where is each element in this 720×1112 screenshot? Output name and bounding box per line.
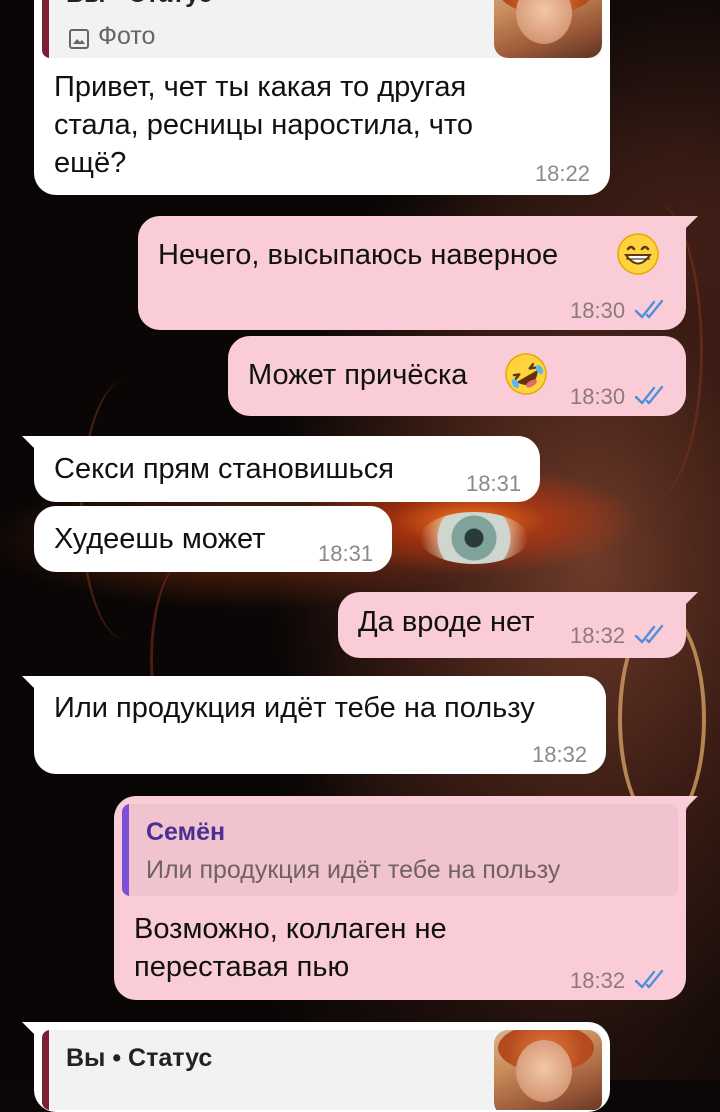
message-text-line: ещё? — [54, 147, 127, 179]
message-time: 18:32 — [570, 623, 626, 648]
status-photo-thumbnail[interactable] — [494, 1030, 602, 1110]
reply-quoted-text: Или продукция идёт тебе на пользу — [146, 856, 561, 884]
message-bubble-incoming[interactable]: Вы • Статус — [22, 1022, 610, 1112]
status-photo-thumbnail[interactable] — [494, 0, 602, 58]
reply-media-label: Фото — [98, 22, 156, 50]
rolling-on-floor-laughing-emoji-icon — [505, 353, 547, 395]
message-time: 18:31 — [466, 471, 522, 496]
reply-author: Вы • Статус — [66, 0, 212, 9]
read-receipt-icon — [634, 299, 664, 319]
message-text-line: переставая пью — [134, 951, 350, 983]
message-text: Может причёска — [248, 359, 468, 391]
message-bubble-outgoing[interactable]: Нечего, высыпаюсь наверное 18:30 — [138, 216, 698, 330]
message-bubble-incoming[interactable]: Или продукция идёт тебе на пользу 18:32 — [22, 676, 606, 774]
reply-author: Вы • Статус — [66, 1044, 213, 1072]
read-receipt-icon — [634, 969, 664, 989]
status-reply-quote[interactable]: Вы • Статус Фото — [42, 0, 602, 58]
message-time: 18:31 — [318, 541, 374, 566]
message-text: Секси прям становишься — [54, 453, 394, 485]
message-time: 18:30 — [570, 384, 626, 409]
message-text-line: Привет, чет ты какая то другая — [54, 71, 467, 103]
message-bubble-incoming[interactable]: Вы • Статус Фото Привет, чет ты какая то… — [34, 0, 610, 195]
message-bubble-outgoing[interactable]: Семён Или продукция идёт тебе на пользу … — [114, 796, 698, 1000]
message-bubble-outgoing[interactable]: Может причёска 18:30 — [228, 336, 686, 416]
message-bubble-incoming[interactable]: Секси прям становишься 18:31 — [22, 436, 540, 502]
message-time: 18:32 — [570, 968, 626, 993]
wallpaper-eye — [420, 512, 528, 564]
reply-bar — [122, 804, 129, 896]
message-text-line: Возможно, коллаген не — [134, 913, 447, 945]
reply-bar — [42, 0, 49, 58]
message-text: Или продукция идёт тебе на пользу — [54, 692, 535, 724]
grinning-face-emoji-icon — [617, 233, 659, 275]
message-text: Худеешь может — [54, 523, 266, 555]
message-time: 18:22 — [534, 161, 590, 186]
photo-icon — [69, 29, 89, 49]
read-receipt-icon — [634, 385, 664, 405]
contact-reply-quote[interactable]: Семён Или продукция идёт тебе на пользу — [122, 804, 678, 896]
message-time: 18:32 — [532, 742, 588, 767]
read-receipt-icon — [634, 624, 664, 644]
message-bubble-incoming[interactable]: Худеешь может 18:31 — [34, 506, 392, 572]
message-text: Нечего, высыпаюсь наверное — [158, 239, 559, 271]
message-text-line: стала, ресницы наростила, что — [54, 109, 473, 141]
message-text: Да вроде нет — [358, 606, 535, 638]
message-time: 18:30 — [570, 298, 626, 323]
status-reply-quote[interactable]: Вы • Статус — [42, 1030, 602, 1110]
message-bubble-outgoing[interactable]: Да вроде нет 18:32 — [338, 592, 698, 658]
reply-bar — [42, 1030, 49, 1110]
reply-author: Семён — [146, 818, 226, 846]
